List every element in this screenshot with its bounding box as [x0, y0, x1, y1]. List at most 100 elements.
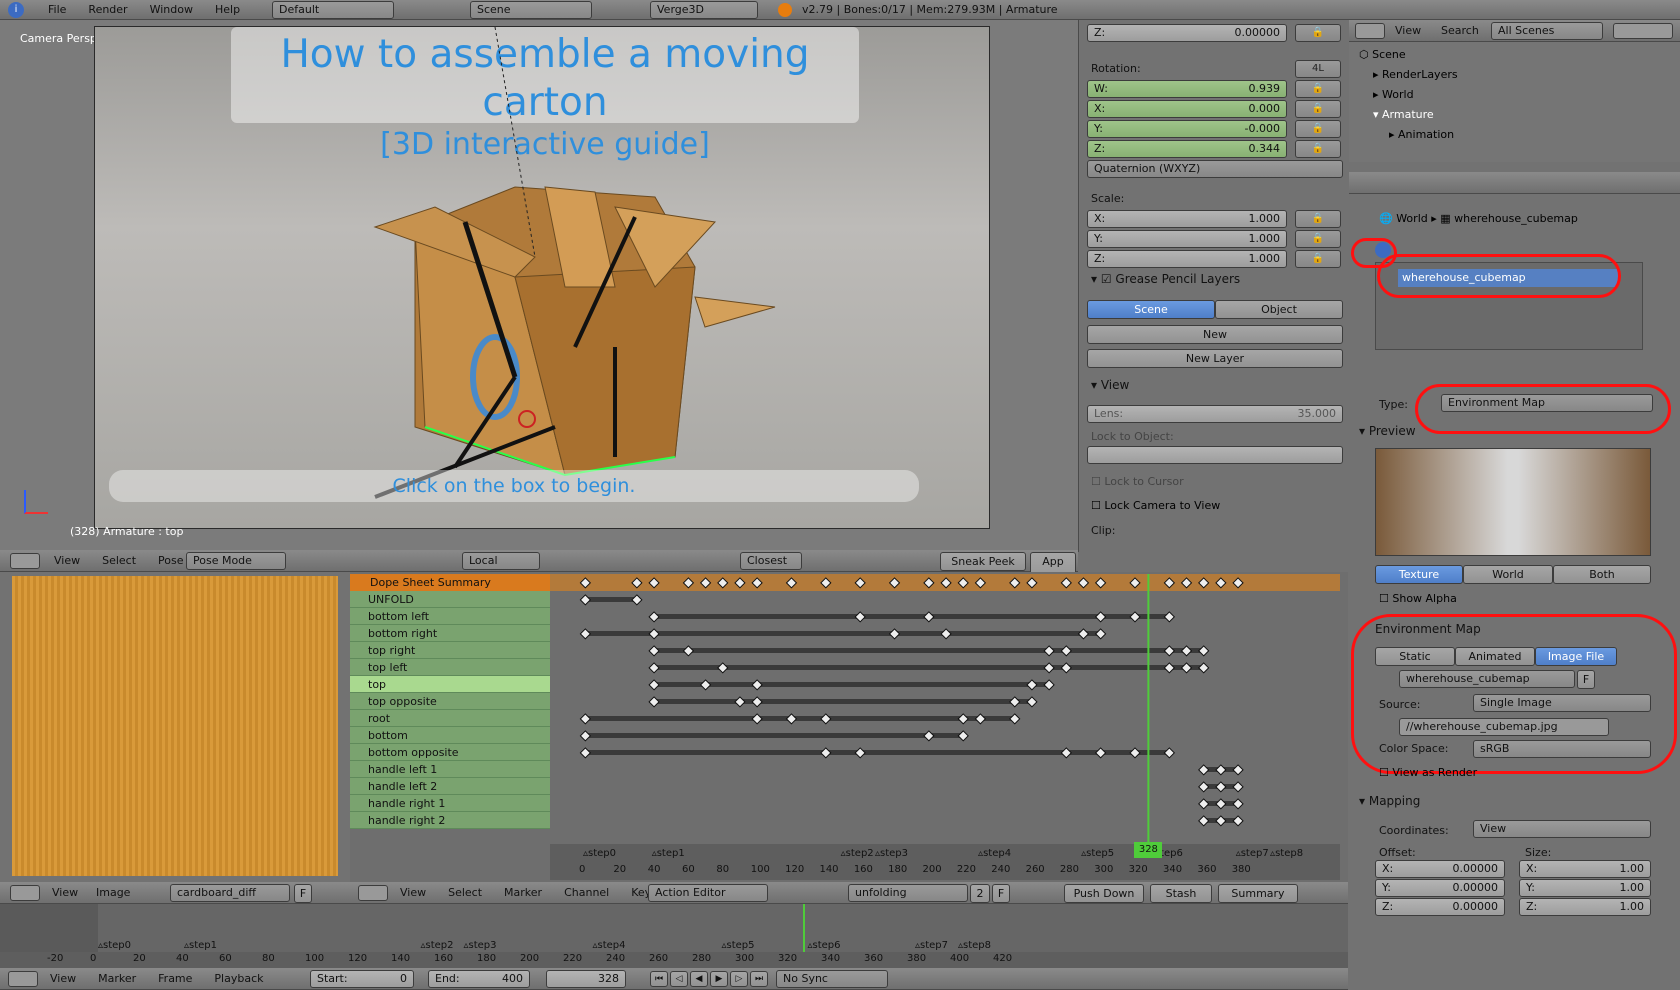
outliner-item-armature[interactable]: ▾ Armature — [1373, 108, 1434, 121]
keyframe[interactable] — [854, 611, 866, 623]
marker[interactable]: ▵step3 — [875, 848, 908, 859]
action-selector[interactable]: unfolding — [848, 884, 968, 902]
keyframe[interactable] — [1232, 815, 1244, 827]
keyframe[interactable] — [820, 713, 832, 725]
timeline-marker[interactable]: ▵step4 — [593, 940, 626, 951]
keyframe[interactable] — [682, 577, 695, 589]
show-alpha-checkbox[interactable]: ☐ Show Alpha — [1379, 592, 1457, 605]
keyframe[interactable] — [579, 713, 592, 725]
lock-icon[interactable]: 🔒 — [1295, 230, 1341, 248]
keyframe[interactable] — [1077, 628, 1090, 640]
channel-row[interactable]: handle left 1 — [350, 761, 550, 778]
keyframe[interactable] — [648, 611, 660, 623]
coordinates-selector[interactable]: View — [1473, 820, 1651, 838]
keyframe[interactable] — [751, 696, 763, 708]
keyframe[interactable] — [579, 730, 592, 742]
marker[interactable]: ▵step7 — [1236, 848, 1269, 859]
editor-type-icon[interactable] — [10, 553, 40, 569]
channel-row[interactable]: bottom left — [350, 608, 550, 625]
outliner-menu-search[interactable]: Search — [1441, 21, 1479, 41]
keyframe[interactable] — [1026, 696, 1038, 708]
channel-row[interactable]: handle right 2 — [350, 812, 550, 829]
timeline-marker[interactable]: ▵step3 — [464, 940, 497, 951]
gp-new-layer-button[interactable]: New Layer — [1087, 349, 1343, 368]
view-section-header[interactable]: ▾ View — [1091, 378, 1129, 392]
keyframe[interactable] — [1215, 764, 1227, 776]
keyframe[interactable] — [1198, 662, 1210, 674]
keyframe[interactable] — [699, 679, 712, 691]
layout-selector[interactable]: Default — [272, 1, 394, 19]
keyframe-area[interactable] — [550, 574, 1340, 844]
keyframe[interactable] — [648, 679, 660, 691]
channel-row[interactable]: bottom right — [350, 625, 550, 642]
image-menu-view[interactable]: View — [52, 883, 78, 903]
tl-menu-marker[interactable]: Marker — [98, 969, 136, 989]
keyframe[interactable] — [1094, 628, 1107, 640]
lock-icon[interactable]: 🔒 — [1295, 210, 1341, 228]
offset-x-field[interactable]: X: 0.00000 — [1375, 860, 1505, 878]
lock-icon[interactable]: 🔒 — [1295, 120, 1341, 138]
info-icon[interactable]: i — [8, 2, 24, 18]
size-x-field[interactable]: X: 1.00 — [1519, 860, 1651, 878]
keyframe[interactable] — [717, 577, 729, 589]
channel-row[interactable]: top right — [350, 642, 550, 659]
keyframe[interactable] — [1198, 764, 1210, 776]
image-editor[interactable] — [0, 572, 350, 882]
preview-header[interactable]: ▾ Preview — [1359, 424, 1416, 438]
keyframe[interactable] — [648, 577, 660, 589]
outliner-type-icon[interactable] — [1355, 23, 1385, 39]
tab-object[interactable]: Object — [1215, 300, 1343, 319]
scale-y-field[interactable]: Y: 1.000 — [1087, 230, 1287, 248]
keyframe[interactable] — [974, 713, 987, 725]
mapping-header[interactable]: ▾ Mapping — [1359, 794, 1420, 808]
keyframe[interactable] — [1215, 781, 1227, 793]
action-fake-user[interactable]: F — [992, 884, 1010, 903]
keyframe[interactable] — [1077, 577, 1090, 589]
keyframe[interactable] — [579, 577, 592, 589]
marker[interactable]: ▵step4 — [978, 848, 1011, 859]
keyframe[interactable] — [1043, 662, 1055, 674]
keyframe[interactable] — [751, 713, 763, 725]
rot-mode-4l[interactable]: 4L — [1295, 60, 1341, 78]
menu-window[interactable]: Window — [150, 0, 193, 20]
keyframe[interactable] — [1129, 577, 1141, 589]
outliner-scope-selector[interactable]: All Scenes — [1491, 22, 1603, 40]
ds-menu-channel[interactable]: Channel — [564, 883, 609, 903]
keyframe[interactable] — [1094, 577, 1107, 589]
timeline-marker[interactable]: ▵step5 — [722, 940, 755, 951]
keyframe[interactable] — [940, 577, 952, 589]
keyframe[interactable] — [579, 747, 592, 759]
keyframe[interactable] — [1129, 611, 1141, 623]
keyframe[interactable] — [785, 713, 798, 725]
editor-type-icon[interactable] — [8, 971, 38, 987]
marker[interactable]: ▵step0 — [583, 848, 616, 859]
lock-camera-checkbox[interactable]: ☐ Lock Camera to View — [1091, 499, 1220, 512]
end-frame-field[interactable]: End: 400 — [428, 970, 530, 988]
search-icon[interactable] — [1613, 23, 1673, 39]
lock-icon[interactable]: 🔒 — [1295, 140, 1341, 158]
keyframe[interactable] — [1232, 781, 1244, 793]
tab-both[interactable]: Both — [1553, 565, 1651, 584]
keyframe[interactable] — [888, 577, 901, 589]
timeline-marker[interactable]: ▵step8 — [958, 940, 991, 951]
marker[interactable]: ▵step8 — [1270, 848, 1303, 859]
ds-menu-select[interactable]: Select — [448, 883, 482, 903]
keyframe[interactable] — [854, 747, 866, 759]
rot-y-field[interactable]: Y: -0.000 — [1087, 120, 1287, 138]
play-reverse-icon[interactable]: ◀ — [690, 971, 708, 987]
keyframe[interactable] — [957, 713, 969, 725]
viewport-3d[interactable]: Camera Persp How to assemble a moving ca… — [0, 20, 1078, 550]
keyframe[interactable] — [631, 577, 643, 589]
channel-row[interactable]: bottom — [350, 727, 550, 744]
keyframe[interactable] — [1232, 798, 1244, 810]
lock-icon[interactable]: 🔒 — [1295, 80, 1341, 98]
snap-selector[interactable]: Closest — [740, 552, 802, 570]
engine-selector[interactable]: Verge3D — [650, 1, 758, 19]
tab-texture[interactable]: Texture — [1375, 565, 1463, 584]
ds-menu-view[interactable]: View — [400, 883, 426, 903]
timeline-marker[interactable]: ▵step7 — [915, 940, 948, 951]
timeline-marker[interactable]: ▵step0 — [98, 940, 131, 951]
keyframe[interactable] — [1009, 696, 1021, 708]
editor-type-icon[interactable] — [358, 885, 388, 901]
keyframe[interactable] — [923, 611, 935, 623]
